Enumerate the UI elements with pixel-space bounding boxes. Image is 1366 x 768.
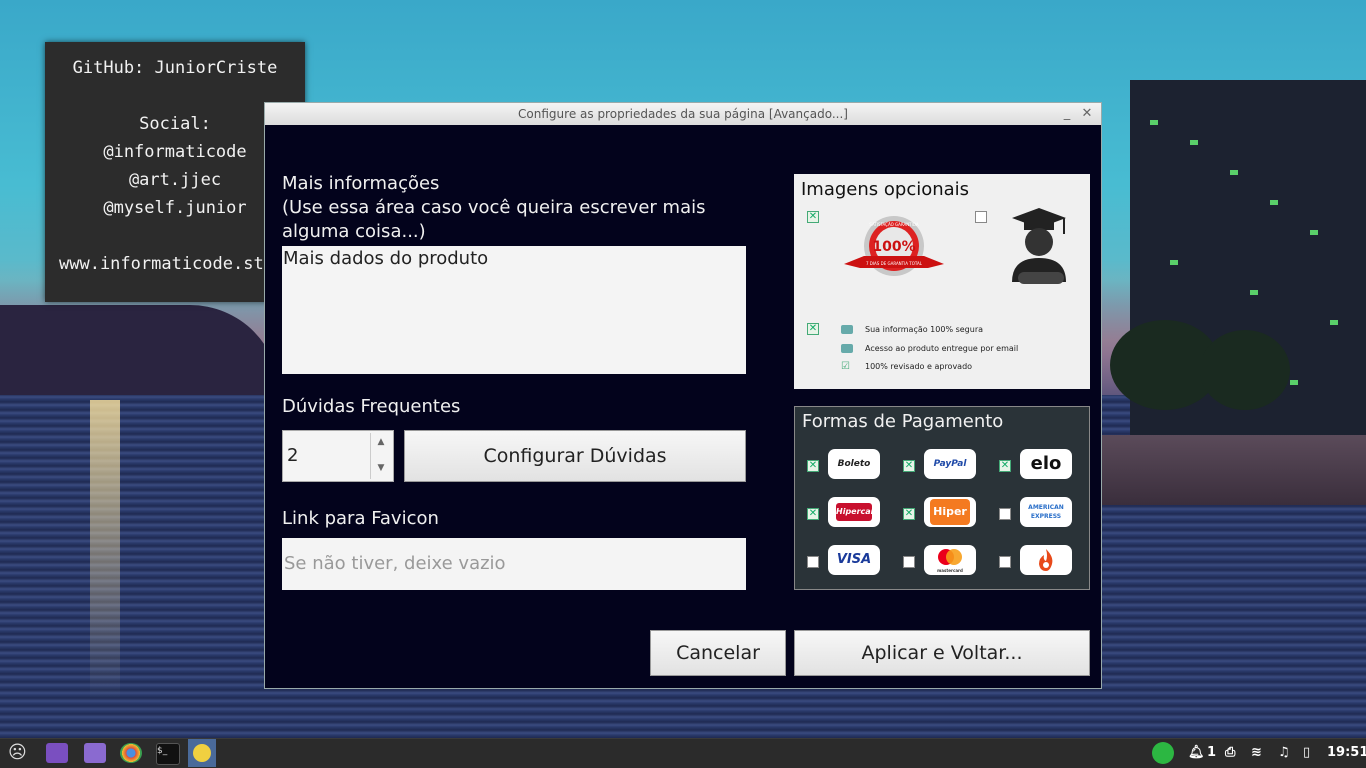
notification-count: 1 [1207,745,1217,760]
hipercard-card: Hipercard [828,497,880,527]
check-icon: ☑ [841,361,850,372]
guarantee-seal-icon: 100% 7 DIAS DE GARANTIA TOTAL SATISFAÇÃO… [844,216,944,276]
app-active-dot [193,744,211,762]
menu-icon[interactable]: ☹ [8,743,30,763]
seal-ribbon: 7 DIAS DE GARANTIA TOTAL [866,261,923,266]
dialog-titlebar[interactable]: Configure as propriedades da sua página … [265,103,1101,125]
hiper-icon: Hiper [930,499,970,525]
seal-arc: SATISFAÇÃO GARANTIDA [869,222,918,227]
boleto-checkbox[interactable]: ✕ [807,460,819,472]
mastercard-checkbox[interactable] [903,556,915,568]
graduate-checkbox[interactable] [975,211,987,223]
apply-button[interactable]: Aplicar e Voltar... [794,630,1090,676]
flame-checkbox[interactable] [999,556,1011,568]
battery-icon[interactable]: ▯ [1303,745,1310,760]
info-checkbox[interactable]: ✕ [807,323,819,335]
favicon-label: Link para Favicon [282,508,439,529]
wifi-icon[interactable]: ≋ [1251,745,1262,760]
properties-dialog: Configure as propriedades da sua página … [264,102,1102,689]
window-icon[interactable] [46,743,68,763]
visa-icon: VISA [828,545,880,575]
duvidas-label: Dúvidas Frequentes [282,396,461,417]
hiper-card: Hiper [924,497,976,527]
cancel-button[interactable]: Cancelar [650,630,786,676]
favicon-input[interactable]: Se não tiver, deixe vazio [282,538,746,590]
road [1100,435,1366,505]
hill [0,305,280,395]
images-panel: Imagens opcionais ✕ 100% 7 DIAS DE GARAN… [794,174,1090,389]
boleto-icon: Boleto [828,449,880,479]
info-line: Acesso ao produto entregue por email [865,344,1019,353]
light-reflection [90,400,120,700]
printer-icon[interactable]: ⎙ [1225,745,1235,760]
hipercard-checkbox[interactable]: ✕ [807,508,819,520]
truck-icon [841,344,853,353]
hiper-checkbox[interactable]: ✕ [903,508,915,520]
terminal-icon[interactable]: $_ [156,743,180,765]
paypal-icon: PayPal [924,449,976,479]
mastercard-card: mastercard [924,545,976,575]
whatsapp-icon[interactable] [1152,742,1174,764]
amex-checkbox[interactable] [999,508,1011,520]
mais-info-textarea[interactable]: Mais dados do produto [282,246,746,374]
mastercard-icon: mastercard [937,568,963,573]
elo-checkbox[interactable]: ✕ [999,460,1011,472]
app-active-icon[interactable] [188,739,216,767]
chalk-line: GitHub: JuniorCriste [72,58,278,78]
chrome-icon[interactable] [120,743,142,763]
seal-percent: 100% [872,239,915,255]
hipercard-icon: Hipercard [836,503,880,521]
paypal-checkbox[interactable]: ✕ [903,460,915,472]
taskbar: ☹ $_ 🔔︎ 1 ⎙ ≋ ♫ ▯ 19:51 [0,738,1366,768]
spin-arrows[interactable]: ▲ ▼ [370,433,391,479]
bell-icon[interactable]: 🔔︎ [1188,745,1205,760]
info-line: Sua informação 100% segura [865,325,984,334]
info-line: 100% revisado e aprovado [865,362,973,371]
flame-icon [1039,549,1053,571]
payment-panel: Formas de Pagamento ✕ Boleto ✕ PayPal ✕ … [794,406,1090,590]
tree [1200,330,1290,410]
music-icon[interactable]: ♫ [1278,745,1290,760]
payment-panel-title: Formas de Pagamento [802,411,1004,432]
visa-checkbox[interactable] [807,556,819,568]
amex-icon: AMERICAN EXPRESS [1020,497,1072,527]
duvidas-count: 2 [287,445,299,466]
minimize-button[interactable]: _ [1057,103,1077,125]
graduate-icon [1012,208,1066,284]
mais-info-label: Mais informações (Use essa área caso voc… [282,173,706,242]
images-panel-title: Imagens opcionais [801,179,970,200]
user-shield-icon [841,325,853,334]
close-button[interactable]: ✕ [1077,103,1097,125]
elo-icon: elo [1020,449,1072,479]
flame-card [1020,545,1072,575]
configurar-duvidas-button[interactable]: Configurar Dúvidas [404,430,746,482]
duvidas-spinbox[interactable]: 2 ▲ ▼ [282,430,394,482]
guarantee-checkbox[interactable]: ✕ [807,211,819,223]
folder-icon[interactable] [84,743,106,763]
spin-down-icon[interactable]: ▼ [371,455,391,477]
clock[interactable]: 19:51 [1327,745,1366,760]
mastercard-logo: mastercard [937,549,963,573]
dialog-title: Configure as propriedades da sua página … [518,107,848,121]
spin-up-icon[interactable]: ▲ [371,433,391,455]
